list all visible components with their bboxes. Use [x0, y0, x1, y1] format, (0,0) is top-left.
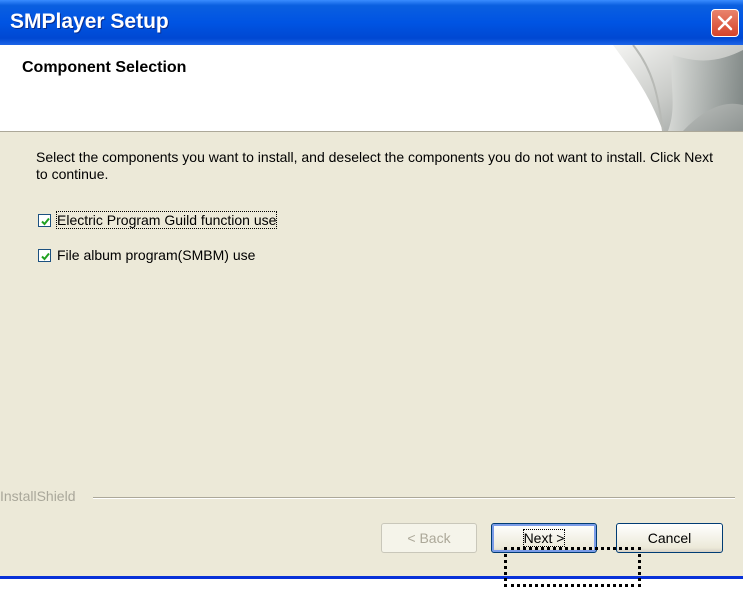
- page-heading: Component Selection: [22, 59, 187, 76]
- title-bar[interactable]: SMPlayer Setup: [0, 0, 743, 45]
- back-button-label: < Back: [407, 530, 451, 546]
- page-curl-graphic: [613, 45, 743, 131]
- setup-window: SMPlayer Setup Component Selection Selec…: [0, 0, 743, 579]
- option-label: Electric Program Guild function use: [55, 211, 278, 229]
- checkbox-epg[interactable]: [38, 213, 51, 227]
- instruction-text: Select the components you want to instal…: [36, 149, 714, 182]
- option-epg[interactable]: Electric Program Guild function use: [38, 210, 278, 230]
- close-button[interactable]: [711, 9, 739, 37]
- header-panel: Component Selection: [0, 45, 743, 132]
- divider: [93, 497, 735, 499]
- window-title: SMPlayer Setup: [10, 10, 169, 33]
- option-label: File album program(SMBM) use: [57, 247, 256, 263]
- next-button-label: Next >: [522, 529, 566, 547]
- cancel-button-label: Cancel: [647, 530, 692, 546]
- close-icon: [717, 15, 733, 31]
- option-smbm[interactable]: File album program(SMBM) use: [38, 245, 255, 265]
- installshield-brand: InstallShield: [0, 488, 76, 504]
- back-button[interactable]: < Back: [381, 523, 477, 553]
- checkmark-icon: [41, 217, 50, 225]
- highlight-annotation-box: [504, 547, 641, 587]
- checkmark-icon: [41, 252, 50, 260]
- checkbox-smbm[interactable]: [38, 248, 51, 262]
